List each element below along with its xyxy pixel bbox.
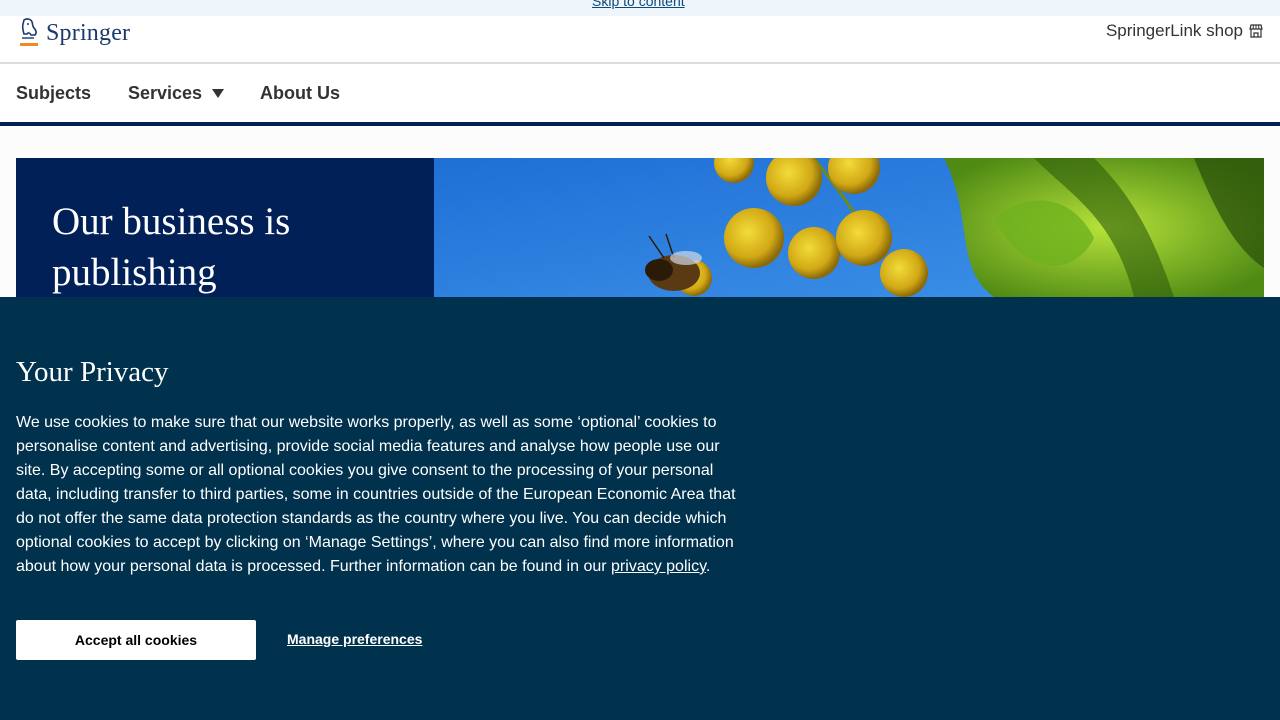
- nav-item-services-label: Services: [128, 83, 203, 103]
- springer-logo[interactable]: Springer: [16, 17, 130, 49]
- nav-item-subjects-label: Subjects: [16, 83, 92, 103]
- privacy-policy-link[interactable]: privacy policy: [611, 558, 706, 575]
- site-header: Springer SpringerLink shop: [0, 16, 1280, 64]
- springer-horse-logo-icon: [20, 18, 38, 46]
- skip-to-content-link[interactable]: Skip to content: [592, 0, 685, 9]
- nav-item-services[interactable]: Services: [128, 83, 225, 104]
- shop-link-label: SpringerLink shop: [1105, 21, 1243, 40]
- hero-section: Our business is publishing: [16, 158, 1264, 297]
- privacy-body-period: .: [705, 558, 711, 575]
- manage-preferences-button[interactable]: Manage preferences: [287, 631, 422, 647]
- nav-item-about-us[interactable]: About Us: [260, 83, 340, 104]
- skip-bar: Skip to content: [0, 0, 1280, 16]
- privacy-banner: Your Privacy We use cookies to make sure…: [0, 297, 1280, 720]
- brand-name: Springer: [46, 19, 131, 46]
- privacy-body-text: We use cookies to make sure that our web…: [16, 414, 736, 575]
- nav-item-subjects[interactable]: Subjects: [16, 83, 91, 104]
- accept-all-cookies-button[interactable]: Accept all cookies: [16, 620, 256, 660]
- hero-text-box: Our business is publishing: [16, 158, 434, 297]
- shop-icon: [1249, 24, 1263, 38]
- nav-item-about-us-label: About Us: [260, 83, 340, 103]
- privacy-body: We use cookies to make sure that our web…: [16, 411, 740, 579]
- main-navigation: Subjects Services About Us: [0, 64, 1280, 126]
- hero-bee-flowers-image: [434, 158, 1264, 297]
- springerlink-shop-link[interactable]: SpringerLink shop: [1106, 21, 1264, 41]
- caret-down-icon: [212, 89, 225, 98]
- hero-title: Our business is publishing: [52, 200, 291, 294]
- privacy-title: Your Privacy: [16, 356, 169, 388]
